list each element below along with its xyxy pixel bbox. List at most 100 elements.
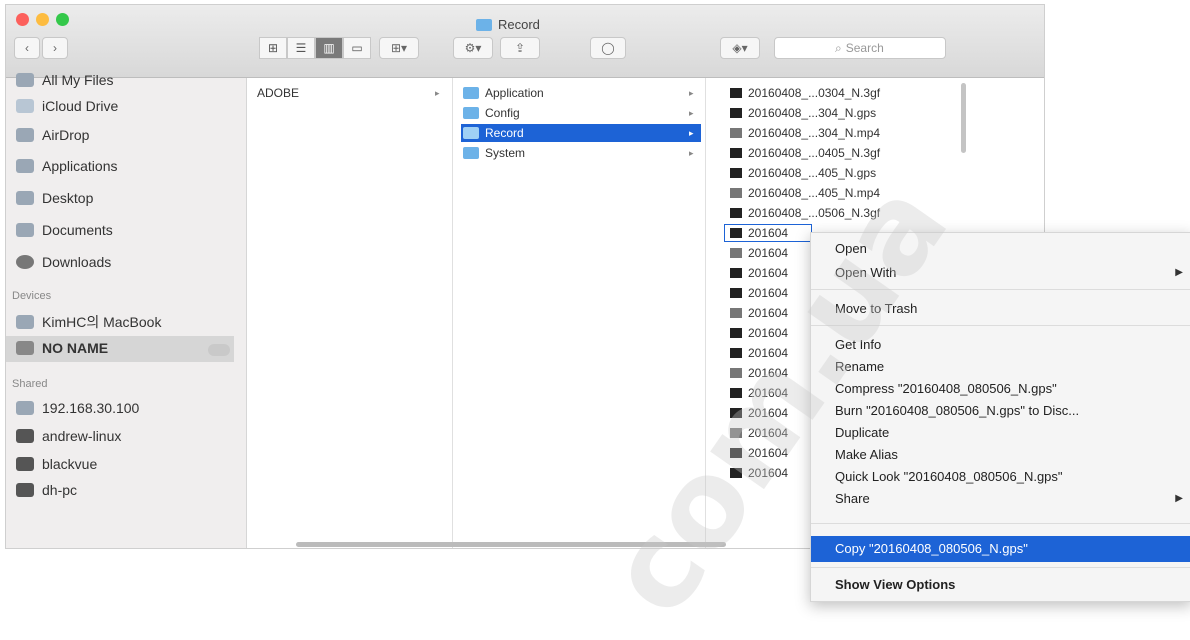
- chevron-right-icon: ▸: [689, 88, 694, 98]
- menu-separator: [811, 567, 1190, 568]
- applications-icon: [16, 159, 34, 173]
- dropbox-button[interactable]: ◈▾: [720, 37, 760, 59]
- icon-view-button[interactable]: ⊞: [259, 37, 287, 59]
- action-button[interactable]: ⚙▾: [453, 37, 493, 59]
- view-mode-group: ⊞ ☰ ▥ ▭: [259, 37, 371, 59]
- column-item-label: ADOBE: [257, 86, 300, 100]
- file-icon: [730, 268, 742, 278]
- column-item-label: Record: [485, 126, 524, 140]
- sidebar-item-label: andrew-linux: [42, 428, 122, 444]
- file-icon: [730, 168, 742, 178]
- arrange-button[interactable]: ⊞▾: [379, 37, 419, 59]
- sidebar-item-label: blackvue: [42, 456, 98, 472]
- folder-icon: [463, 127, 479, 139]
- devices-header: Devices: [12, 290, 52, 302]
- file-row[interactable]: 201604: [730, 246, 788, 260]
- submenu-arrow-icon: ▶: [1175, 493, 1183, 504]
- file-row[interactable]: 201604: [730, 226, 788, 240]
- sidebar-item-label: AirDrop: [42, 127, 90, 143]
- folder-icon: [463, 147, 479, 159]
- sidebar-item-blackvue[interactable]: blackvue: [16, 456, 97, 472]
- file-icon: [730, 108, 742, 118]
- file-icon: [730, 288, 742, 298]
- menu-separator: [811, 523, 1190, 524]
- sidebar-item-applications[interactable]: Applications: [16, 158, 118, 174]
- back-button[interactable]: ‹: [14, 37, 40, 59]
- column-item[interactable]: System: [463, 146, 525, 160]
- close-window-button[interactable]: [16, 13, 29, 26]
- video-file-icon: [730, 188, 742, 198]
- search-icon: ⌕: [835, 40, 842, 55]
- tag-icon: ◯: [601, 41, 615, 55]
- sidebar-item-desktop[interactable]: Desktop: [16, 190, 93, 206]
- menu-item-quick-look[interactable]: Quick Look "20160408_080506_N.gps": [835, 469, 1063, 484]
- file-icon: [730, 88, 742, 98]
- columns-icon: ▥: [323, 41, 335, 55]
- column-1: ADOBE ▸: [247, 78, 453, 548]
- sidebar-item-label: dh-pc: [42, 482, 78, 498]
- chevron-left-icon: ‹: [25, 41, 29, 55]
- video-file-icon: [730, 308, 742, 318]
- cover-flow-icon: ▭: [351, 41, 363, 55]
- menu-item-show-view-options[interactable]: Show View Options: [835, 577, 955, 592]
- zoom-window-button[interactable]: [56, 13, 69, 26]
- dropbox-icon: ◈▾: [732, 41, 748, 55]
- file-row[interactable]: 20160408_...304_N.gps: [730, 106, 876, 120]
- sidebar-item-label: Applications: [42, 158, 118, 174]
- sidebar-item-label: Downloads: [42, 254, 112, 270]
- file-icon: [730, 228, 742, 238]
- monitor-icon: [16, 401, 34, 415]
- sidebar-item-macbook[interactable]: KimHC의 MacBook: [16, 312, 161, 332]
- sidebar-item-all-my-files[interactable]: All My Files: [16, 72, 114, 88]
- window-title: Record: [476, 17, 540, 32]
- eject-icon[interactable]: [208, 344, 230, 356]
- column-item-label: Application: [485, 86, 544, 100]
- sidebar-item-downloads[interactable]: Downloads: [16, 254, 111, 270]
- video-file-icon: [730, 128, 742, 138]
- share-button[interactable]: ⇪: [500, 37, 540, 59]
- chevron-right-icon: ▸: [689, 128, 694, 138]
- chevron-right-icon: ▸: [689, 148, 694, 158]
- file-icon: [730, 148, 742, 158]
- menu-item-share[interactable]: Share: [835, 491, 870, 506]
- column-item[interactable]: ADOBE: [257, 86, 299, 100]
- sidebar-item-icloud-drive[interactable]: iCloud Drive: [16, 98, 118, 114]
- minimize-window-button[interactable]: [36, 13, 49, 26]
- folder-icon: [476, 18, 492, 31]
- file-row[interactable]: 20160408_...0405_N.3gf: [730, 146, 880, 160]
- all-files-icon: [16, 73, 34, 87]
- sidebar-item-documents[interactable]: Documents: [16, 222, 113, 238]
- pc-icon: [16, 483, 34, 497]
- column-item[interactable]: Application: [463, 86, 544, 100]
- sidebar-item-airdrop[interactable]: AirDrop: [16, 127, 89, 143]
- sidebar-item-andrew-linux[interactable]: andrew-linux: [16, 428, 121, 444]
- menu-item-copy[interactable]: Copy "20160408_080506_N.gps": [835, 541, 1028, 556]
- window-title-label: Record: [498, 17, 540, 32]
- sidebar-item-server[interactable]: 192.168.30.100: [16, 400, 139, 416]
- file-row[interactable]: 20160408_...0304_N.3gf: [730, 86, 880, 100]
- list-view-button[interactable]: ☰: [287, 37, 315, 59]
- column-item-selected[interactable]: Record: [463, 126, 524, 140]
- menu-item-duplicate[interactable]: Duplicate: [835, 425, 889, 440]
- sidebar-item-label: All My Files: [42, 72, 114, 88]
- search-field[interactable]: ⌕ Search: [774, 37, 946, 59]
- file-name: 20160408_...0304_N.3gf: [748, 86, 881, 100]
- forward-button[interactable]: ›: [42, 37, 68, 59]
- edit-tags-button[interactable]: ◯: [590, 37, 626, 59]
- sidebar-item-dh-pc[interactable]: dh-pc: [16, 482, 77, 498]
- sidebar-item-label: iCloud Drive: [42, 98, 119, 114]
- sidebar-item-no-name[interactable]: NO NAME: [16, 340, 108, 356]
- sidebar-item-label: 192.168.30.100: [42, 400, 140, 416]
- file-name: 201604: [748, 226, 789, 240]
- menu-item-burn[interactable]: Burn "20160408_080506_N.gps" to Disc...: [835, 403, 1079, 418]
- arrange-icon: ⊞▾: [390, 41, 408, 55]
- cover-flow-view-button[interactable]: ▭: [343, 37, 371, 59]
- laptop-icon: [16, 315, 34, 329]
- column-item[interactable]: Config: [463, 106, 520, 120]
- sidebar-item-label: Desktop: [42, 190, 94, 206]
- column-view-button[interactable]: ▥: [315, 37, 343, 59]
- pc-icon: [16, 429, 34, 443]
- column-scrollbar[interactable]: [961, 83, 966, 153]
- menu-item-make-alias[interactable]: Make Alias: [835, 447, 898, 462]
- file-row[interactable]: 20160408_...304_N.mp4: [730, 126, 880, 140]
